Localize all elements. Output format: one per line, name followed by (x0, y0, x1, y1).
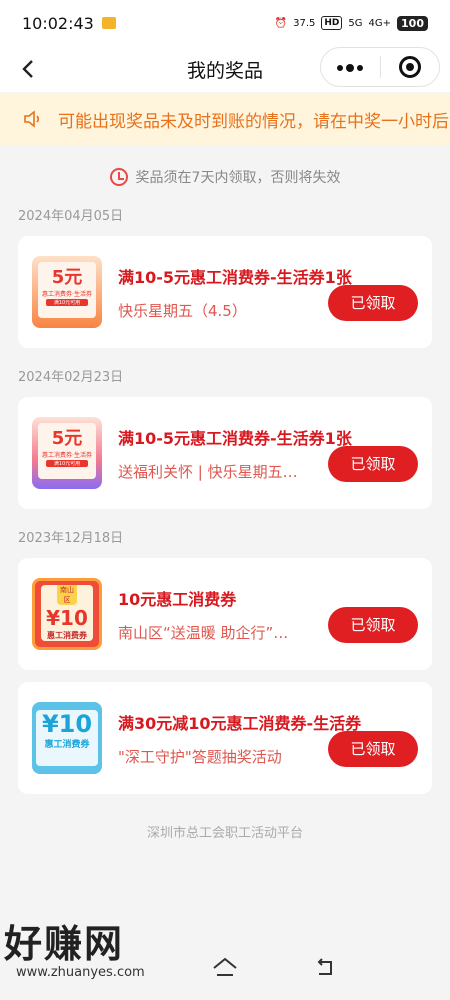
more-menu-button[interactable] (321, 57, 380, 77)
prize-title: 10元惠工消费券 (118, 589, 237, 609)
prize-title: 满30元减10元惠工消费券-生活券 (118, 713, 362, 733)
notice-bar: 可能出现奖品未及时到账的情况，请在中奖一小时后 (0, 93, 450, 145)
claimed-button[interactable]: 已领取 (328, 285, 418, 321)
coupon-amount: ¥10 (41, 710, 93, 738)
group-date: 2023年12月18日 (18, 531, 124, 546)
back-nav-icon[interactable] (314, 956, 336, 978)
coupon-label: 惠工消费券·生活券 (42, 291, 92, 298)
close-miniprogram-button[interactable] (380, 56, 439, 78)
group-date: 2024年04月05日 (18, 209, 124, 224)
speaker-icon (24, 110, 40, 128)
coupon-thumbnail: 5元 惠工消费券·生活券 满10元可用 (32, 256, 102, 328)
platform-footer: 深圳市总工会职工活动平台 (146, 826, 303, 841)
target-icon (398, 56, 421, 78)
expiry-tip: 奖品须在7天内领取，否则将失效 (0, 167, 450, 187)
notice-text: 可能出现奖品未及时到账的情况，请在中奖一小时后 (58, 111, 449, 132)
coupon-amount: 5元 (51, 267, 83, 288)
nav-bar: 我的奖品 (0, 46, 450, 92)
watermark-cn: 好赚网 (4, 922, 125, 966)
prize-title: 满10-5元惠工消费券-生活券1张 (118, 267, 352, 287)
battery-indicator: 100 (397, 15, 428, 31)
prize-subtitle: 快乐星期五（4.5） (118, 301, 247, 320)
coupon-condition: 满10元可用 (46, 299, 88, 306)
expiry-tip-text: 奖品须在7天内领取，否则将失效 (135, 170, 341, 186)
coupon-district: 南山区 (57, 585, 77, 605)
prize-card: 5元 惠工消费券·生活券 满10元可用 满10-5元惠工消费券-生活券1张 送福… (18, 397, 432, 509)
coupon-condition: 满10元可用 (46, 460, 88, 467)
prize-card: 南山区 ¥10 惠工消费券 10元惠工消费券 南山区“送温暖 助企行”… 已领取 (18, 558, 432, 670)
claimed-button[interactable]: 已领取 (328, 607, 418, 643)
watermark-en: www.zhuanyes.com (16, 965, 145, 980)
prize-subtitle: 南山区“送温暖 助企行”… (118, 623, 289, 642)
coupon-label: 惠工消费券·生活券 (42, 452, 92, 459)
coupon-thumbnail: ¥10 惠工消费券 (32, 702, 102, 774)
coupon-thumbnail: 5元 惠工消费券·生活券 满10元可用 (32, 417, 102, 489)
coupon-amount: ¥10 (46, 606, 88, 630)
status-bar: 10:02:43 ⏰ 37.5 HD 5G 4G+ 100 (0, 0, 450, 46)
alarm-clock-icon (109, 168, 128, 186)
sim-icon (101, 17, 116, 29)
coupon-thumbnail: 南山区 ¥10 惠工消费券 (32, 578, 102, 650)
signal-5g: 5G (348, 17, 363, 29)
claimed-button[interactable]: 已领取 (328, 731, 418, 767)
home-icon[interactable] (212, 956, 238, 978)
network-speed: 37.5 (293, 17, 316, 29)
miniprogram-capsule (320, 47, 440, 87)
group-date: 2024年02月23日 (18, 370, 124, 385)
status-time: 10:02:43 (22, 13, 94, 33)
claimed-button[interactable]: 已领取 (328, 446, 418, 482)
prize-subtitle: "深工守护"答题抽奖活动 (118, 747, 282, 766)
alarm-icon: ⏰ (274, 17, 288, 29)
prize-card: ¥10 惠工消费券 满30元减10元惠工消费券-生活券 "深工守护"答题抽奖活动… (18, 682, 432, 794)
coupon-label: 惠工消费券 (44, 740, 90, 750)
prize-card: 5元 惠工消费券·生活券 满10元可用 满10-5元惠工消费券-生活券1张 快乐… (18, 236, 432, 348)
site-watermark: 好赚网 www.zhuanyes.com (4, 923, 145, 980)
prize-title: 满10-5元惠工消费券-生活券1张 (118, 428, 352, 448)
coupon-amount: 5元 (51, 428, 83, 449)
prize-subtitle: 送福利关怀 | 快乐星期五… (118, 462, 298, 481)
hd-badge: HD (321, 16, 343, 30)
coupon-label: 惠工消费券 (47, 631, 87, 640)
signal-4g: 4G+ (368, 17, 392, 29)
